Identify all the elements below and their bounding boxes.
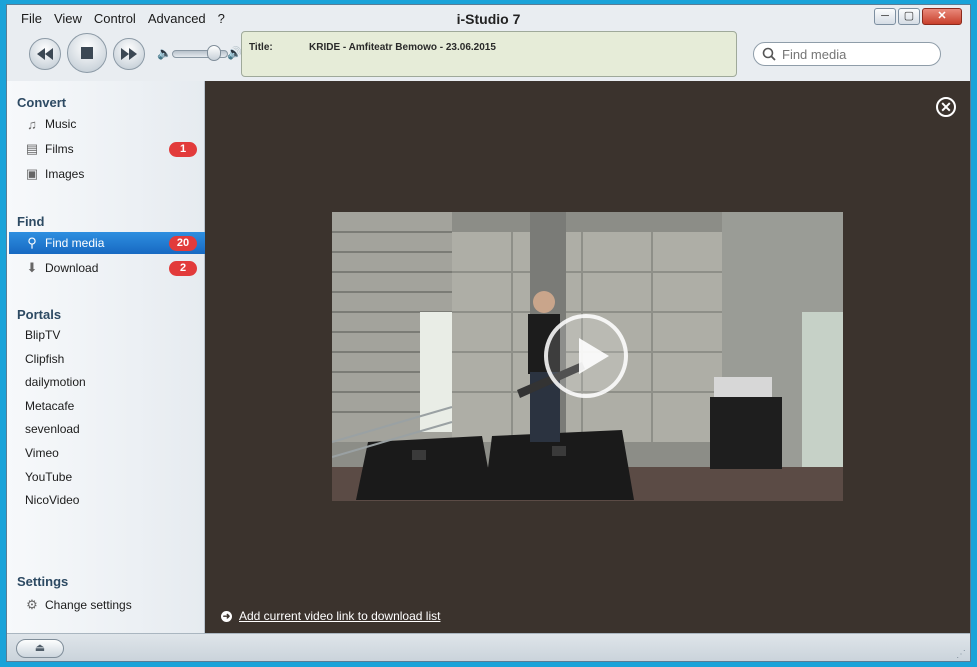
now-playing-label: Title:	[249, 42, 273, 53]
rewind-icon	[37, 48, 53, 60]
section-portals: Portals	[17, 307, 62, 322]
music-note-icon: ♫	[27, 116, 37, 132]
sidebar-item-images[interactable]: ▣ Images	[9, 163, 205, 185]
sidebar-item-label: Images	[45, 167, 85, 181]
sidebar-item-change-settings[interactable]: ⚙ Change settings	[9, 594, 205, 616]
film-icon: ▤	[25, 141, 39, 156]
menu-file[interactable]: File	[21, 11, 42, 26]
portal-nicovideo[interactable]: NicoVideo	[9, 489, 205, 511]
now-playing-panel: Title: KRIDE - Amfiteatr Bemowo - 23.06.…	[241, 31, 737, 77]
portal-vimeo[interactable]: Vimeo	[9, 442, 205, 464]
search-box[interactable]	[753, 42, 941, 66]
sidebar-item-label: Films	[45, 142, 74, 156]
maximize-button[interactable]: ▢	[898, 8, 920, 25]
menu-control[interactable]: Control	[94, 11, 136, 26]
gear-icon: ⚙	[26, 597, 38, 612]
main-content: ✕ ➜ Add current video link to download l…	[205, 81, 970, 633]
close-video-icon[interactable]: ✕	[936, 97, 956, 117]
stop-icon	[81, 47, 93, 59]
rewind-button[interactable]	[29, 38, 61, 70]
sidebar-item-label: Download	[45, 261, 99, 275]
fast-forward-icon	[121, 48, 137, 60]
portal-sevenload[interactable]: sevenload	[9, 418, 205, 440]
sidebar-item-music[interactable]: ♫ Music	[9, 113, 205, 135]
sidebar-item-download[interactable]: ⬇ Download 2	[9, 257, 205, 279]
section-convert: Convert	[17, 95, 67, 110]
image-icon: ▣	[25, 166, 39, 181]
search-icon	[762, 47, 776, 61]
arrow-right-icon: ➜	[221, 610, 232, 622]
now-playing-title: KRIDE - Amfiteatr Bemowo - 23.06.2015	[309, 42, 496, 53]
app-window: File View Control Advanced ? i-Studio 7 …	[6, 4, 971, 662]
toolbar: 🔈 🔊 Title: KRIDE - Amfiteatr Bemowo - 23…	[7, 27, 970, 82]
sidebar: Convert ♫ Music ▤ Films 1 ▣ Images Find …	[7, 81, 205, 633]
status-bar: ⏏ ⋰	[7, 633, 970, 661]
section-settings: Settings	[17, 574, 69, 589]
sidebar-item-films[interactable]: ▤ Films 1	[9, 138, 205, 160]
add-to-download-list-link[interactable]: ➜ Add current video link to download lis…	[221, 609, 440, 623]
stop-button[interactable]	[67, 33, 107, 73]
volume-low-icon: 🔈	[157, 46, 172, 60]
films-count-badge: 1	[169, 142, 197, 157]
close-button[interactable]: ✕	[922, 8, 962, 25]
volume-high-icon: 🔊	[227, 46, 242, 60]
window-controls: ─ ▢ ✕	[874, 8, 962, 25]
section-find: Find	[17, 214, 45, 229]
sidebar-item-find-media[interactable]: ⚲ Find media 20	[9, 232, 205, 254]
menu-advanced[interactable]: Advanced	[148, 11, 206, 26]
download-count-badge: 2	[169, 261, 197, 276]
sidebar-item-label: Find media	[45, 236, 105, 250]
volume-slider-thumb[interactable]	[207, 45, 221, 61]
eject-button[interactable]: ⏏	[16, 639, 64, 658]
portal-youtube[interactable]: YouTube	[9, 466, 205, 488]
sidebar-item-label: Change settings	[45, 598, 132, 612]
minimize-button[interactable]: ─	[874, 8, 896, 25]
search-icon: ⚲	[27, 235, 37, 250]
add-link-text: Add current video link to download list	[239, 609, 441, 623]
portal-bliptv[interactable]: BlipTV	[9, 324, 205, 346]
menu-help[interactable]: ?	[218, 11, 225, 26]
sidebar-item-label: Music	[45, 117, 77, 131]
resize-grip-icon[interactable]: ⋰	[956, 649, 966, 660]
portal-dailymotion[interactable]: dailymotion	[9, 371, 205, 393]
portal-metacafe[interactable]: Metacafe	[9, 395, 205, 417]
fast-forward-button[interactable]	[113, 38, 145, 70]
video-preview[interactable]	[332, 212, 843, 501]
portal-clipfish[interactable]: Clipfish	[9, 348, 205, 370]
eject-icon: ⏏	[34, 642, 46, 654]
play-button[interactable]	[544, 314, 628, 398]
search-input[interactable]	[782, 46, 922, 62]
find-media-count-badge: 20	[169, 236, 197, 251]
menu-view[interactable]: View	[54, 11, 82, 26]
download-arrow-icon: ⬇	[26, 260, 38, 275]
